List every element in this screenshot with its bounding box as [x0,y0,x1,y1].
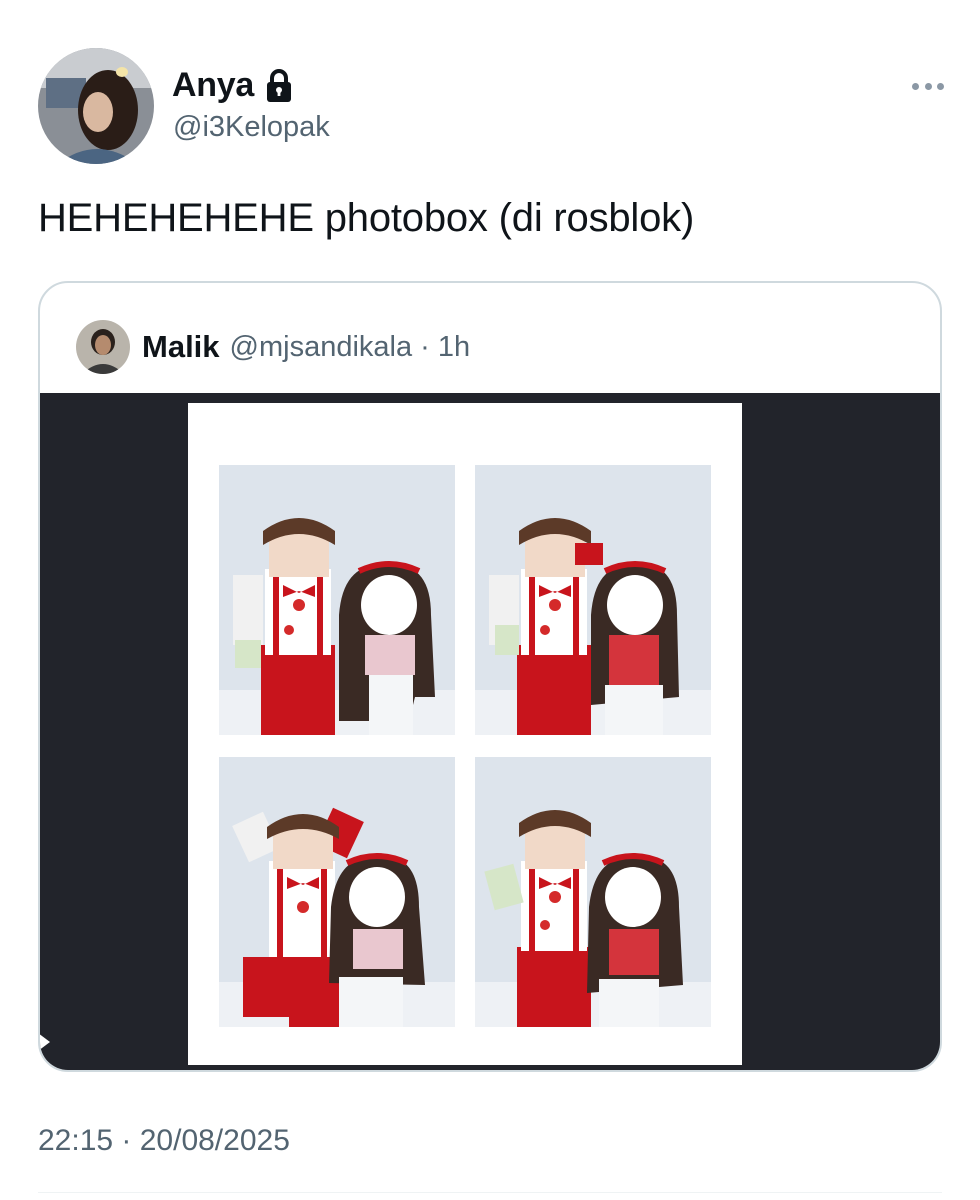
avatar-pair-image [475,518,711,735]
author-avatar[interactable] [38,48,154,164]
tweet-timestamp[interactable]: 22:15 · 20/08/2025 [38,1124,290,1158]
avatar-pair-image [219,807,455,1027]
quoted-tweet[interactable]: Malik @mjsandikala · 1h [38,281,942,1072]
author-name-text: Anya [172,66,254,104]
tweet-text: HEHEHEHEHE photobox (di rosblok) [38,196,695,240]
author-handle[interactable]: @i3Kelopak [173,111,330,144]
author-display-name[interactable]: Anya [172,66,294,105]
quoted-author-name[interactable]: Malik [142,329,220,365]
media-indicator-icon [40,1033,50,1051]
photo-frame [475,465,711,735]
author-avatar-image [38,48,154,164]
photobooth-sheet [188,403,742,1065]
avatar-pair-image [219,518,455,735]
quoted-avatar-image [76,320,130,374]
quoted-tweet-header: Malik @mjsandikala · 1h [76,319,470,375]
more-dot [937,82,944,90]
more-dot [924,82,932,90]
avatar-pair-image [475,810,711,1027]
photo-frame [219,465,455,735]
quoted-handle-time: @mjsandikala · 1h [229,330,471,363]
photo-frame [475,757,711,1027]
more-dot [912,82,919,90]
lock-icon [266,68,291,102]
divider [38,1192,942,1193]
more-horizontal-icon[interactable] [912,80,944,92]
quoted-author-avatar[interactable] [76,320,130,374]
photo-frame [219,757,455,1027]
quoted-media[interactable] [40,393,940,1070]
